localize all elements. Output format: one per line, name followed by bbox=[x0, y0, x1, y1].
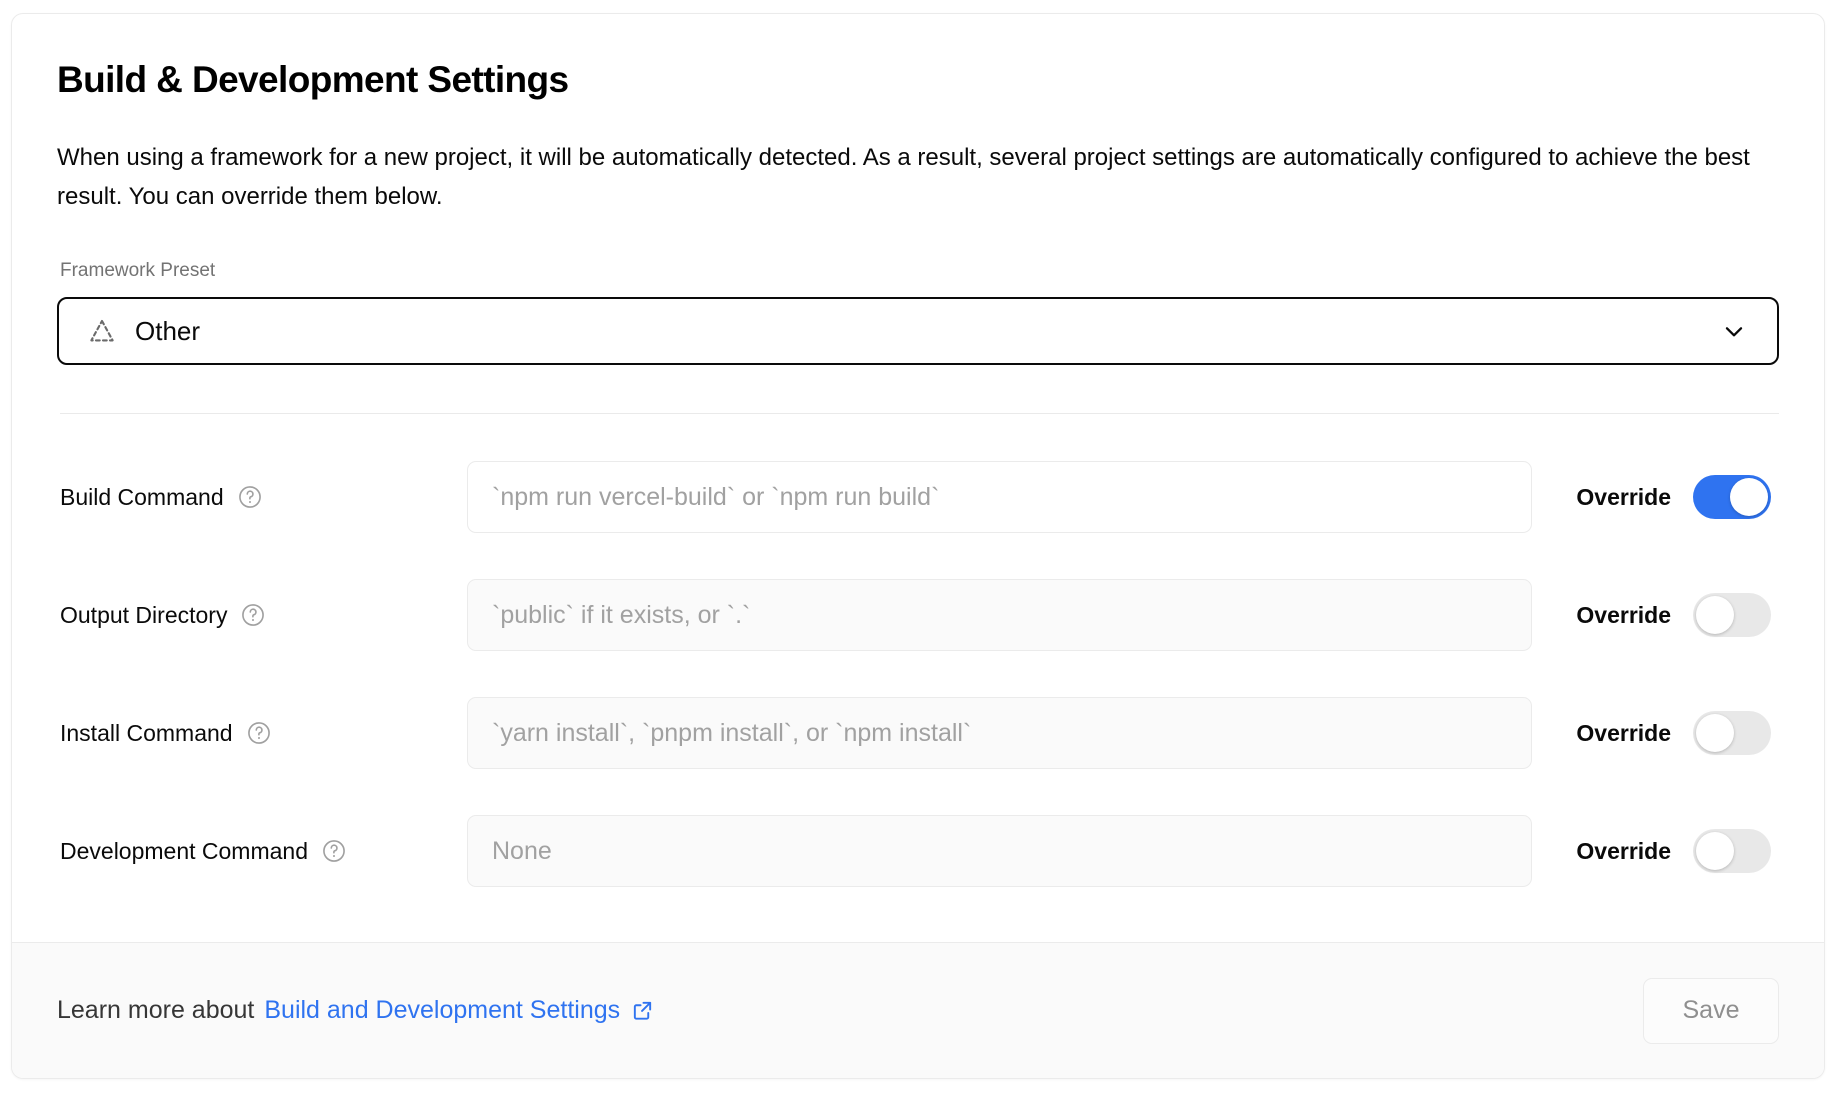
override-control: Override bbox=[1532, 475, 1779, 519]
framework-preset-label: Framework Preset bbox=[60, 260, 1779, 283]
toggle-knob bbox=[1730, 478, 1768, 516]
dashed-triangle-icon bbox=[87, 316, 117, 346]
row-label: Install Command bbox=[60, 720, 233, 747]
override-control: Override bbox=[1532, 593, 1779, 637]
footer-text: Learn more about Build and Development S… bbox=[57, 996, 1643, 1025]
card-footer: Learn more about Build and Development S… bbox=[12, 942, 1824, 1078]
row-label-wrap: Install Command bbox=[57, 720, 467, 747]
framework-preset-value: Other bbox=[135, 316, 1721, 347]
install-command-override-toggle[interactable] bbox=[1693, 711, 1771, 755]
development-command-override-toggle[interactable] bbox=[1693, 829, 1771, 873]
development-command-input[interactable]: None bbox=[467, 815, 1532, 887]
settings-row-install-command: Install Command `yarn install`, `pnpm in… bbox=[57, 694, 1779, 772]
override-control: Override bbox=[1532, 711, 1779, 755]
build-command-input[interactable]: `npm run vercel-build` or `npm run build… bbox=[467, 461, 1532, 533]
settings-row-build-command: Build Command `npm run vercel-build` or … bbox=[57, 458, 1779, 536]
output-directory-input[interactable]: `public` if it exists, or `.` bbox=[467, 579, 1532, 651]
question-mark-icon[interactable] bbox=[240, 602, 266, 628]
toggle-knob bbox=[1696, 832, 1734, 870]
build-and-development-settings-link[interactable]: Build and Development Settings bbox=[264, 996, 654, 1025]
section-divider bbox=[60, 413, 1779, 414]
page-title: Build & Development Settings bbox=[57, 60, 1779, 101]
question-mark-icon[interactable] bbox=[321, 838, 347, 864]
toggle-knob bbox=[1696, 596, 1734, 634]
override-label: Override bbox=[1576, 838, 1671, 865]
output-directory-override-toggle[interactable] bbox=[1693, 593, 1771, 637]
row-label: Output Directory bbox=[60, 602, 227, 629]
row-label-wrap: Build Command bbox=[57, 484, 467, 511]
question-mark-icon[interactable] bbox=[237, 484, 263, 510]
footer-lead-text: Learn more about bbox=[57, 996, 254, 1025]
settings-row-development-command: Development Command None Override bbox=[57, 812, 1779, 890]
settings-row-output-directory: Output Directory `public` if it exists, … bbox=[57, 576, 1779, 654]
footer-link-label: Build and Development Settings bbox=[264, 996, 620, 1025]
card-description: When using a framework for a new project… bbox=[57, 139, 1777, 217]
settings-rows: Build Command `npm run vercel-build` or … bbox=[57, 458, 1779, 890]
build-command-override-toggle[interactable] bbox=[1693, 475, 1771, 519]
save-button[interactable]: Save bbox=[1643, 978, 1779, 1044]
override-label: Override bbox=[1576, 720, 1671, 747]
toggle-knob bbox=[1696, 714, 1734, 752]
install-command-input[interactable]: `yarn install`, `pnpm install`, or `npm … bbox=[467, 697, 1532, 769]
build-development-settings-card: Build & Development Settings When using … bbox=[11, 13, 1825, 1079]
row-label-wrap: Output Directory bbox=[57, 602, 467, 629]
override-label: Override bbox=[1576, 602, 1671, 629]
external-link-icon bbox=[631, 999, 654, 1022]
override-label: Override bbox=[1576, 484, 1671, 511]
framework-preset-select[interactable]: Other bbox=[57, 297, 1779, 365]
override-control: Override bbox=[1532, 829, 1779, 873]
card-body: Build & Development Settings When using … bbox=[12, 14, 1824, 942]
row-label: Development Command bbox=[60, 838, 308, 865]
row-label-wrap: Development Command bbox=[57, 838, 467, 865]
question-mark-icon[interactable] bbox=[246, 720, 272, 746]
row-label: Build Command bbox=[60, 484, 224, 511]
chevron-down-icon bbox=[1721, 318, 1747, 344]
